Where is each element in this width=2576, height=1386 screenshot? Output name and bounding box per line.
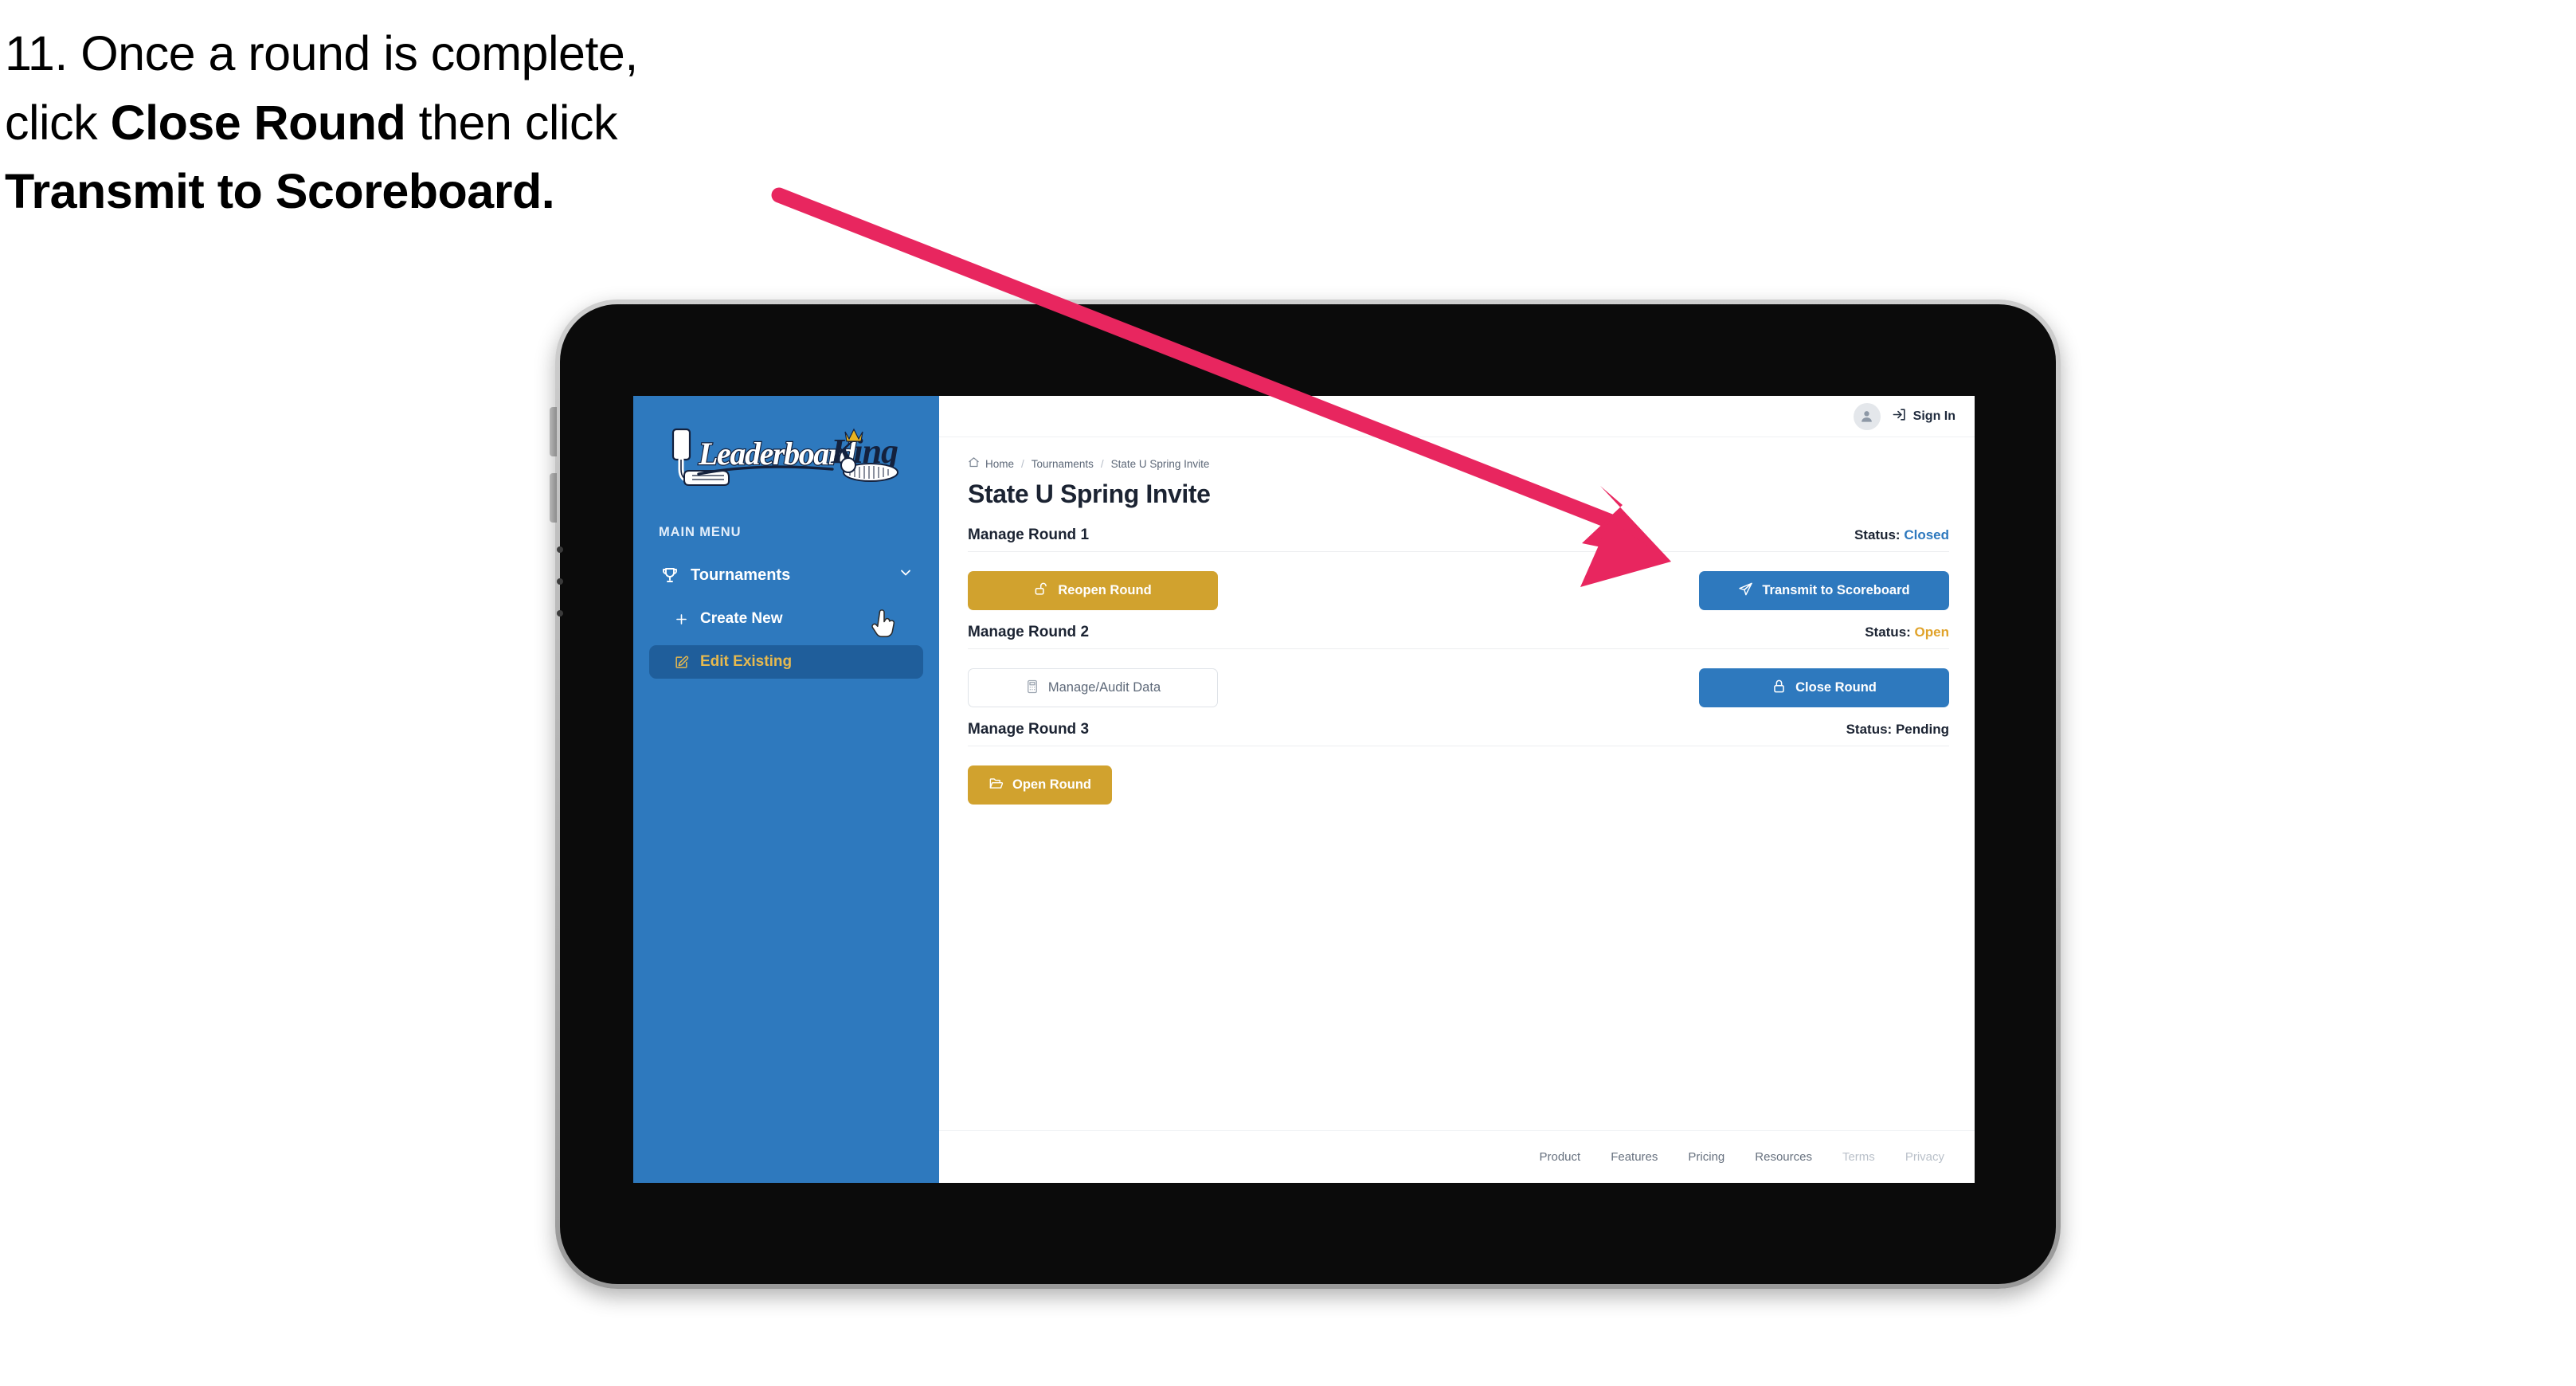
breadcrumb-item-current: State U Spring Invite	[1110, 457, 1210, 470]
instruction-caption: 11. Once a round is complete, click Clos…	[5, 19, 865, 226]
sign-in-arrow-icon	[1892, 407, 1907, 426]
sidebar-item-tournaments[interactable]: Tournaments	[649, 558, 923, 593]
round-2-header: Manage Round 2 Status: Open	[968, 624, 1949, 649]
unlock-icon	[1034, 581, 1049, 600]
sidebar-item-tournaments-label: Tournaments	[691, 566, 791, 584]
open-round-label: Open Round	[1012, 777, 1091, 793]
screenshot-stage: 11. Once a round is complete, click Clos…	[0, 0, 2576, 1386]
caption-line-1: 11. Once a round is complete,	[5, 26, 638, 80]
round-block-3: Manage Round 3 Status: Pending Open Roun…	[968, 721, 1949, 812]
round-2-status: Status: Open	[1865, 624, 1949, 640]
volume-down-button[interactable]	[550, 473, 557, 523]
round-1-header: Manage Round 1 Status: Closed	[968, 527, 1949, 552]
caption-close-round-bold: Close Round	[110, 95, 406, 150]
round-1-name: Manage Round 1	[968, 527, 1090, 543]
sign-in-label: Sign In	[1912, 409, 1955, 423]
app-logo[interactable]: Leaderboard King	[654, 423, 909, 491]
manage-audit-data-button[interactable]: Manage/Audit Data	[968, 668, 1218, 708]
round-block-2: Manage Round 2 Status: Open Manage/Audit…	[968, 624, 1949, 715]
footer-link-product[interactable]: Product	[1540, 1150, 1581, 1164]
breadcrumb-home-label: Home	[985, 457, 1015, 470]
caption-line-3: Transmit to Scoreboard.	[5, 157, 865, 226]
transmit-to-scoreboard-label: Transmit to Scoreboard	[1762, 583, 1910, 598]
close-round-button[interactable]: Close Round	[1699, 668, 1949, 707]
round-2-actions: Manage/Audit Data Close Round	[968, 649, 1949, 715]
speaker-dot-2	[557, 578, 563, 585]
breadcrumb-separator-2: /	[1100, 457, 1104, 470]
speaker-dot-1	[557, 546, 563, 553]
breadcrumb-item-home[interactable]: Home	[968, 456, 1014, 471]
round-1-status-value: Closed	[1904, 527, 1949, 542]
sidebar: Leaderboard King MAIN MENU Tournaments C…	[633, 396, 939, 1183]
sidebar-section-label: MAIN MENU	[659, 525, 742, 539]
round-3-name: Manage Round 3	[968, 721, 1090, 738]
main-content: Sign In Home / Tournaments / State U Spr…	[939, 396, 1975, 1183]
sidebar-item-create-new[interactable]: Create New	[649, 602, 923, 636]
transmit-to-scoreboard-button[interactable]: Transmit to Scoreboard	[1699, 571, 1949, 610]
speaker-dot-3	[557, 610, 563, 617]
footer-link-terms[interactable]: Terms	[1842, 1150, 1875, 1164]
round-3-status-value: Pending	[1895, 722, 1949, 737]
home-icon	[968, 456, 980, 471]
sidebar-item-create-new-label: Create New	[700, 610, 783, 627]
caption-line2-post: then click	[405, 95, 618, 150]
open-round-button[interactable]: Open Round	[968, 765, 1112, 805]
lock-icon	[1771, 679, 1787, 697]
round-3-actions: Open Round	[968, 746, 1949, 812]
leaderboard-king-logo-icon: Leaderboard King	[671, 428, 898, 486]
round-1-status-label: Status:	[1854, 527, 1901, 542]
reopen-round-button[interactable]: Reopen Round	[968, 571, 1218, 610]
round-block-1: Manage Round 1 Status: Closed Reopen Rou…	[968, 527, 1949, 617]
breadcrumb: Home / Tournaments / State U Spring Invi…	[968, 456, 1949, 471]
volume-up-button[interactable]	[550, 407, 557, 456]
sidebar-item-edit-existing-label: Edit Existing	[700, 653, 793, 670]
footer-link-features[interactable]: Features	[1611, 1150, 1658, 1164]
round-1-status: Status: Closed	[1854, 527, 1949, 543]
chevron-down-icon[interactable]	[898, 565, 914, 585]
user-avatar-icon[interactable]	[1853, 402, 1881, 430]
footer-link-pricing[interactable]: Pricing	[1688, 1150, 1725, 1164]
calculator-icon	[1025, 679, 1039, 697]
reopen-round-label: Reopen Round	[1058, 583, 1152, 598]
round-3-header: Manage Round 3 Status: Pending	[968, 721, 1949, 746]
close-round-label: Close Round	[1795, 680, 1877, 695]
sidebar-item-edit-existing[interactable]: Edit Existing	[649, 645, 923, 679]
footer: Product Features Pricing Resources Terms…	[939, 1130, 1975, 1183]
edit-pencil-icon	[671, 653, 691, 671]
breadcrumb-separator-1: /	[1021, 457, 1024, 470]
open-folder-icon	[989, 776, 1004, 794]
breadcrumb-item-tournaments[interactable]: Tournaments	[1032, 458, 1094, 470]
caption-transmit-bold: Transmit to Scoreboard.	[5, 164, 555, 219]
round-2-status-label: Status:	[1865, 624, 1911, 640]
trophy-icon	[659, 565, 681, 585]
footer-link-privacy[interactable]: Privacy	[1905, 1150, 1944, 1164]
sign-in-button[interactable]: Sign In	[1892, 407, 1955, 426]
manage-audit-data-label: Manage/Audit Data	[1047, 680, 1161, 695]
round-3-status-label: Status:	[1846, 722, 1893, 737]
footer-link-resources[interactable]: Resources	[1755, 1150, 1812, 1164]
top-bar: Sign In	[939, 396, 1975, 437]
round-2-status-value: Open	[1914, 624, 1949, 640]
page-title: State U Spring Invite	[968, 480, 1211, 508]
caption-line2-pre: click	[5, 95, 111, 150]
round-1-actions: Reopen Round Transmit to Scoreboard	[968, 552, 1949, 617]
tablet-screen: Leaderboard King MAIN MENU Tournaments C…	[633, 396, 1975, 1183]
round-3-status: Status: Pending	[1846, 722, 1949, 738]
round-2-name: Manage Round 2	[968, 624, 1090, 640]
paper-plane-icon	[1738, 581, 1753, 600]
page-content: Home / Tournaments / State U Spring Invi…	[939, 437, 1975, 1130]
plus-icon	[671, 610, 691, 628]
caption-line-2: click Close Round then click	[5, 88, 865, 158]
